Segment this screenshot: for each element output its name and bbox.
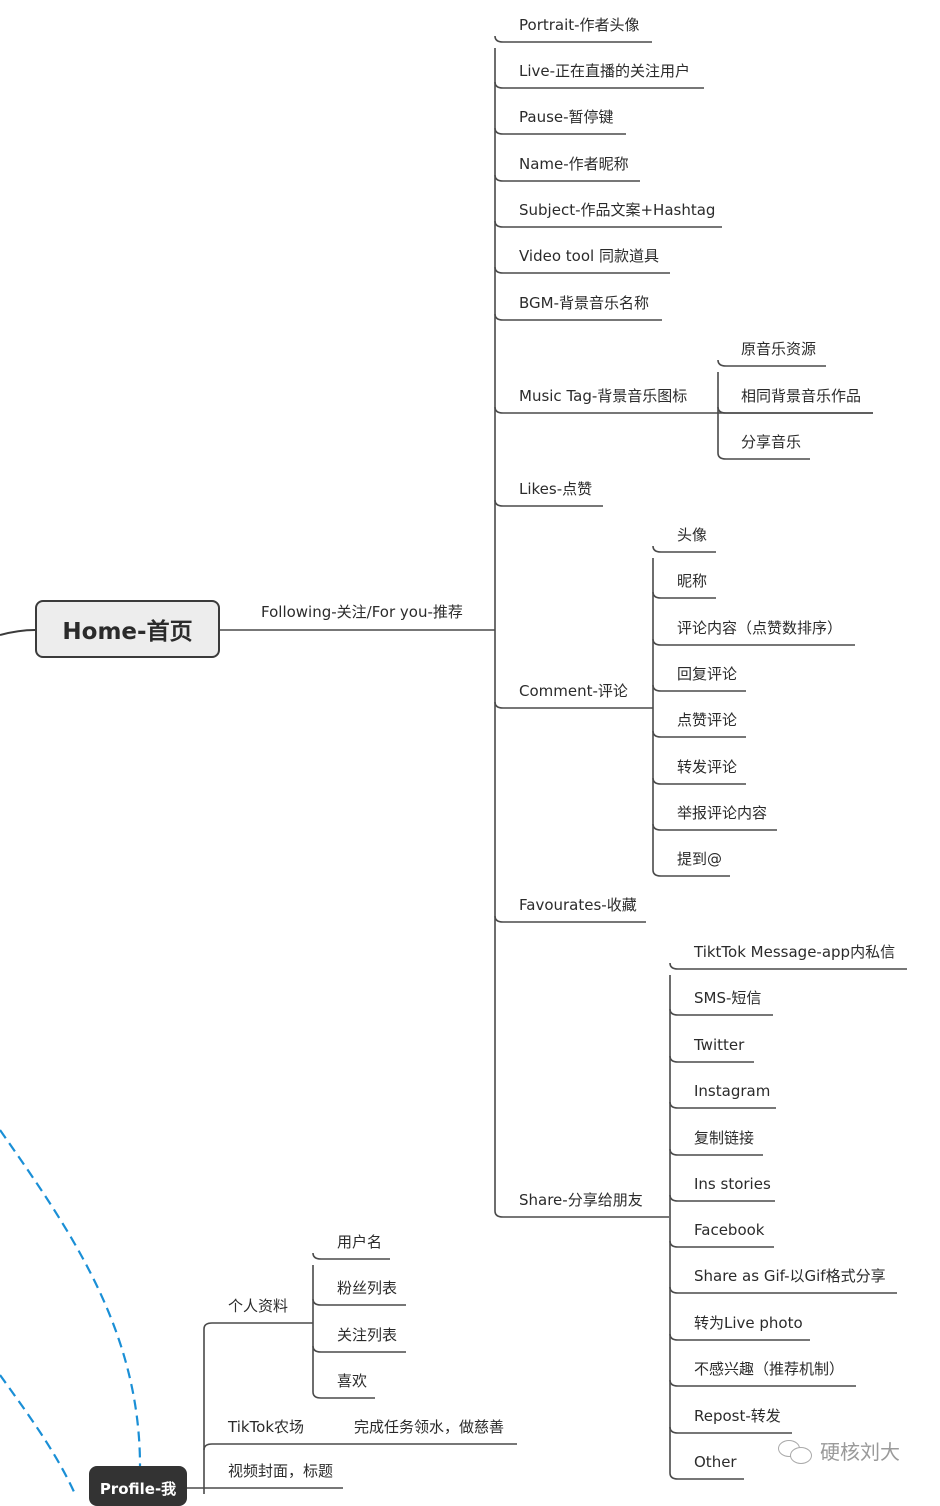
share-item[interactable]: Ins stories [694,1175,771,1193]
music-tag-underline [717,359,826,367]
share-underline [669,1379,856,1387]
branch-underline [494,127,626,135]
profile-node-label: Profile-我 [99,1480,177,1498]
home-node[interactable]: Home-首页 [35,600,220,658]
branch-underline [494,915,646,923]
share-underline [669,1472,744,1480]
comment-item[interactable]: 评论内容（点赞数排序） [677,619,842,637]
comment-item[interactable]: 回复评论 [677,665,737,683]
share-item[interactable]: 复制链接 [694,1129,754,1147]
comment-underline [652,684,746,692]
branch-underline [494,220,722,228]
share-underline [669,962,907,970]
home-incoming-line [0,629,36,636]
home-child-node[interactable]: Name-作者昵称 [519,155,629,173]
share-item[interactable]: Repost-转发 [694,1407,781,1425]
tiktok-farm-item[interactable]: 完成任务领水，做慈善 [354,1418,504,1436]
branch-underline [494,701,653,709]
relationship-curve-inner [0,1374,77,1494]
share-underline [669,1148,763,1156]
profile-info-underline [312,1252,390,1260]
relationship-curve-outer [0,1129,142,1467]
comment-underline [652,869,730,877]
profile-underline [203,1322,313,1330]
music-tag-item[interactable]: 相同背景音乐作品 [741,387,861,405]
comment-item[interactable]: 昵称 [677,572,707,590]
comment-underline [652,545,716,553]
home-child-node[interactable]: Share-分享给朋友 [519,1191,643,1209]
share-underline [669,1333,810,1341]
music-tag-underline [717,406,873,414]
home-child-node[interactable]: Portrait-作者头像 [519,16,640,34]
home-child-node[interactable]: Favourates-收藏 [519,896,637,914]
branch-underline [494,174,640,182]
music-tag-item[interactable]: 原音乐资源 [741,340,816,358]
profile-underline [203,1443,517,1451]
comment-underline [652,638,855,646]
home-child-node[interactable]: Live-正在直播的关注用户 [519,62,690,80]
profile-info-underline [312,1391,375,1399]
profile-child-node[interactable]: TikTok农场 [228,1418,304,1436]
branch-underline [494,313,662,321]
share-item[interactable]: Instagram [694,1082,770,1100]
branch-underline [494,81,704,89]
share-item[interactable]: Share as Gif-以Gif格式分享 [694,1267,886,1285]
home-child-node[interactable]: Music Tag-背景音乐图标 [519,387,687,405]
home-child-node[interactable]: Comment-评论 [519,682,628,700]
branch-underline [494,406,873,414]
profile-info-item[interactable]: 粉丝列表 [337,1279,397,1297]
comment-item[interactable]: 举报评论内容 [677,804,767,822]
comment-underline [652,823,777,831]
profile-info-item[interactable]: 用户名 [337,1233,382,1251]
comment-item[interactable]: 转发评论 [677,758,737,776]
share-item[interactable]: TiktTok Message-app内私信 [694,943,895,961]
home-child-node[interactable]: Subject-作品文案+Hashtag [519,201,715,219]
share-item[interactable]: 不感兴趣（推荐机制） [694,1360,844,1378]
watermark: 硬核刘大 [776,1436,900,1465]
home-branch-label: Following-关注/For you-推荐 [261,603,463,621]
share-item[interactable]: SMS-短信 [694,989,761,1007]
branch-underline [494,499,603,507]
comment-underline [652,730,746,738]
share-item[interactable]: Facebook [694,1221,764,1239]
share-item[interactable]: 转为Live photo [694,1314,803,1332]
share-underline [669,1240,774,1248]
home-child-node[interactable]: Likes-点赞 [519,480,592,498]
home-node-label: Home-首页 [62,619,193,645]
comment-item[interactable]: 提到@ [677,850,722,868]
comment-item[interactable]: 头像 [677,526,707,544]
wechat-icon [776,1438,816,1464]
share-underline [669,1008,773,1016]
share-underline [669,1101,776,1109]
branch-underline [494,266,670,274]
share-underline [669,1194,775,1202]
profile-child-node[interactable]: 视频封面，标题 [228,1462,333,1480]
profile-info-underline [312,1298,406,1306]
share-underline [669,1426,792,1434]
profile-child-node[interactable]: 个人资料 [228,1297,288,1315]
share-underline [669,1286,897,1294]
profile-info-underline [312,1345,406,1353]
share-item[interactable]: Other [694,1453,737,1471]
profile-info-item[interactable]: 关注列表 [337,1326,397,1344]
home-child-node[interactable]: Pause-暂停键 [519,108,614,126]
branch-underline [494,35,652,43]
profile-node[interactable]: Profile-我 [89,1466,187,1506]
share-item[interactable]: Twitter [694,1036,744,1054]
comment-underline [652,591,716,599]
comment-underline [652,777,746,785]
share-underline [669,1055,754,1063]
music-tag-item[interactable]: 分享音乐 [741,433,801,451]
watermark-text: 硬核刘大 [820,1440,900,1464]
profile-info-item[interactable]: 喜欢 [337,1372,367,1390]
music-tag-underline [717,452,810,460]
home-child-node[interactable]: BGM-背景音乐名称 [519,294,649,312]
branch-underline [494,1210,669,1218]
comment-item[interactable]: 点赞评论 [677,711,737,729]
home-child-node[interactable]: Video tool 同款道具 [519,247,659,265]
